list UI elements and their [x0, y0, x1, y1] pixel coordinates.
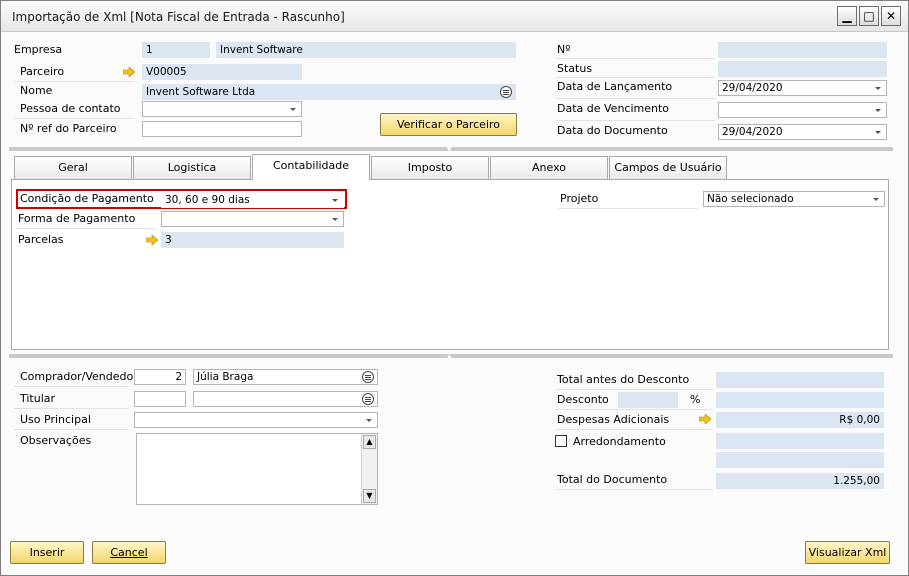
- projeto-label: Projeto: [560, 192, 599, 205]
- status-field[interactable]: [718, 61, 887, 77]
- tab-imposto[interactable]: Imposto: [371, 156, 489, 179]
- pessoa-contato-select[interactable]: [142, 101, 302, 117]
- comprador-code-field[interactable]: 2: [134, 369, 186, 385]
- condicao-pagamento-label: Condição de Pagamento: [20, 192, 154, 205]
- titular-label: Titular: [20, 392, 56, 405]
- comprador-name-field[interactable]: Júlia Braga: [193, 369, 378, 385]
- parcelas-label: Parcelas: [18, 233, 64, 246]
- nome-label: Nome: [20, 84, 53, 97]
- header-splitter[interactable]: ▼: [9, 146, 893, 153]
- titular-code-field[interactable]: [134, 391, 186, 407]
- title-bar[interactable]: Importação de Xml [Nota Fiscal de Entrad…: [1, 1, 908, 32]
- nref-parceiro-field[interactable]: [142, 121, 302, 137]
- footer-splitter[interactable]: ▲: [9, 353, 893, 360]
- inserir-button[interactable]: Inserir: [10, 541, 84, 564]
- comprador-list-icon[interactable]: [362, 371, 374, 383]
- desconto-label: Desconto: [557, 393, 609, 406]
- despesas-link-arrow-icon[interactable]: [699, 414, 711, 424]
- data-documento-field[interactable]: 29/04/2020: [718, 124, 887, 140]
- visualizar-xml-button[interactable]: Visualizar Xml: [805, 541, 890, 564]
- tab-anexo[interactable]: Anexo: [490, 156, 608, 179]
- nome-field[interactable]: Invent Software Ltda: [142, 84, 516, 100]
- numero-label: Nº: [557, 43, 571, 56]
- scroll-up-icon[interactable]: ▲: [363, 435, 376, 449]
- tab-contabilidade[interactable]: Contabilidade: [252, 154, 370, 180]
- parceiro-link-arrow-icon[interactable]: [123, 67, 135, 77]
- arredondamento-checkbox[interactable]: [555, 435, 567, 447]
- desconto-amount-field[interactable]: [716, 392, 884, 408]
- data-lancamento-field[interactable]: 29/04/2020: [718, 80, 887, 96]
- projeto-select[interactable]: Não selecionado: [703, 191, 885, 207]
- data-vencimento-label: Data de Vencimento: [557, 102, 670, 115]
- observacoes-scrollbar[interactable]: ▲ ▼: [361, 434, 377, 504]
- parceiro-label: Parceiro: [20, 65, 65, 78]
- parcelas-link-arrow-icon[interactable]: [146, 235, 158, 245]
- import-xml-window: Importação de Xml [Nota Fiscal de Entrad…: [0, 0, 909, 576]
- uso-principal-label: Uso Principal: [20, 413, 91, 426]
- empresa-code-field[interactable]: 1: [142, 42, 210, 58]
- percent-symbol: %: [690, 393, 701, 406]
- titular-name-field[interactable]: [193, 391, 378, 407]
- arredondamento-field[interactable]: [716, 433, 884, 449]
- desconto-pct-field[interactable]: [618, 392, 678, 408]
- total-documento-label: Total do Documento: [557, 473, 668, 486]
- cancel-button[interactable]: Cancel: [92, 541, 166, 564]
- empresa-label: Empresa: [14, 43, 63, 56]
- tab-panel-contabilidade: Condição de Pagamento 30, 60 e 90 dias F…: [11, 179, 889, 350]
- total-documento-field[interactable]: 1.255,00: [716, 473, 884, 489]
- tab-geral[interactable]: Geral: [14, 156, 132, 179]
- empresa-name-field[interactable]: Invent Software: [216, 42, 516, 58]
- tab-logistica[interactable]: Logistica: [133, 156, 251, 179]
- data-lancamento-label: Data de Lançamento: [557, 80, 673, 93]
- pessoa-contato-label: Pessoa de contato: [20, 102, 121, 115]
- close-button[interactable]: ✕: [881, 6, 901, 26]
- despesas-adicionais-label: Despesas Adicionais: [557, 413, 670, 426]
- uso-principal-select[interactable]: [134, 412, 378, 428]
- observacoes-label: Observações: [20, 434, 92, 447]
- arredondamento-extra-field[interactable]: [716, 452, 884, 468]
- data-documento-label: Data do Documento: [557, 124, 668, 137]
- despesas-adicionais-field[interactable]: R$ 0,00: [716, 412, 884, 428]
- tab-campos-usuario[interactable]: Campos de Usuário: [609, 156, 727, 179]
- numero-field[interactable]: [718, 42, 887, 58]
- status-label: Status: [557, 62, 593, 75]
- arredondamento-label: Arredondamento: [573, 435, 666, 448]
- verificar-parceiro-button[interactable]: Verificar o Parceiro: [380, 113, 517, 136]
- condicao-pagamento-select[interactable]: 30, 60 e 90 dias: [161, 192, 344, 208]
- nref-parceiro-label: Nº ref do Parceiro: [20, 122, 117, 135]
- forma-pagamento-label: Forma de Pagamento: [18, 212, 136, 225]
- maximize-button[interactable]: □: [859, 6, 879, 26]
- window-title: Importação de Xml [Nota Fiscal de Entrad…: [12, 10, 345, 24]
- parceiro-field[interactable]: V00005: [142, 64, 302, 80]
- total-antes-desconto-label: Total antes do Desconto: [557, 373, 690, 386]
- scroll-down-icon[interactable]: ▼: [363, 489, 376, 503]
- minimize-button[interactable]: ▁: [837, 6, 857, 26]
- forma-pagamento-select[interactable]: [161, 211, 344, 227]
- nome-list-icon[interactable]: [500, 86, 512, 98]
- data-vencimento-field[interactable]: [718, 102, 887, 118]
- observacoes-textarea[interactable]: ▲ ▼: [136, 433, 378, 505]
- parcelas-field[interactable]: 3: [161, 232, 344, 248]
- comprador-label: Comprador/Vendedor: [20, 370, 138, 383]
- total-antes-desconto-field[interactable]: [716, 372, 884, 388]
- titular-list-icon[interactable]: [362, 393, 374, 405]
